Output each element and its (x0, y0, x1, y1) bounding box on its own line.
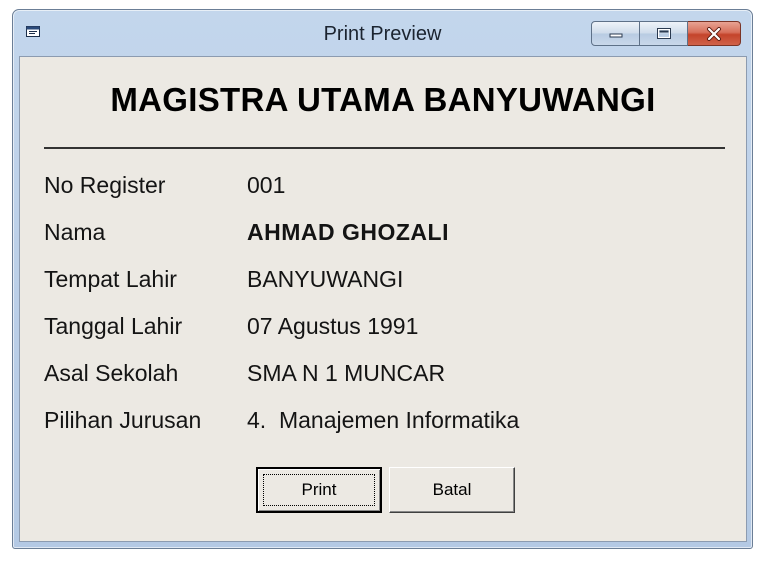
maximize-button[interactable] (640, 21, 688, 46)
field-value: 07 Agustus 1991 (247, 313, 419, 339)
field-label: Tanggal Lahir (44, 313, 183, 339)
minimize-button[interactable] (591, 21, 640, 46)
heading-divider (44, 147, 725, 149)
close-button[interactable] (688, 21, 741, 46)
print-button-label: Print (301, 480, 337, 499)
print-button[interactable]: Print (256, 467, 382, 513)
field-value: AHMAD GHOZALI (247, 219, 449, 245)
field-label: No Register (44, 172, 166, 198)
title-bar[interactable]: Print Preview (13, 10, 752, 56)
field-label: Tempat Lahir (44, 266, 177, 292)
cancel-button[interactable]: Batal (389, 467, 515, 513)
minimize-icon (609, 33, 622, 37)
close-icon (707, 26, 721, 41)
cancel-button-label: Batal (432, 480, 472, 499)
field-value: 001 (247, 172, 286, 198)
print-preview-window: Print Preview MAGISTRA UTAMA BANYUWANGI … (12, 9, 753, 549)
maximize-icon (656, 28, 671, 39)
field-label: Pilihan Jurusan (44, 407, 202, 433)
field-value: 4. Manajemen Informatika (247, 407, 520, 433)
field-value: SMA N 1 MUNCAR (247, 360, 446, 386)
field-label: Nama (44, 219, 106, 245)
field-label: Asal Sekolah (44, 360, 179, 386)
form-client-area: MAGISTRA UTAMA BANYUWANGI No Register 00… (19, 56, 747, 542)
page-title: MAGISTRA UTAMA BANYUWANGI (110, 81, 656, 118)
field-value: BANYUWANGI (247, 266, 404, 292)
